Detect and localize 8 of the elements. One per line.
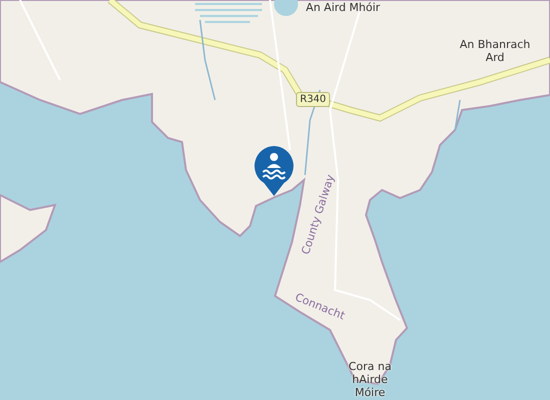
island <box>0 193 57 264</box>
place-label: An Aird Mhóir <box>304 1 382 14</box>
place-label: An Bhanrach Ard <box>458 38 532 64</box>
lake <box>274 0 298 16</box>
marsh-drawing <box>195 3 262 23</box>
road-shield: R340 <box>296 92 330 107</box>
place-label: Cora na hAirde Móire <box>348 360 392 399</box>
pin-icon[interactable] <box>254 146 294 196</box>
